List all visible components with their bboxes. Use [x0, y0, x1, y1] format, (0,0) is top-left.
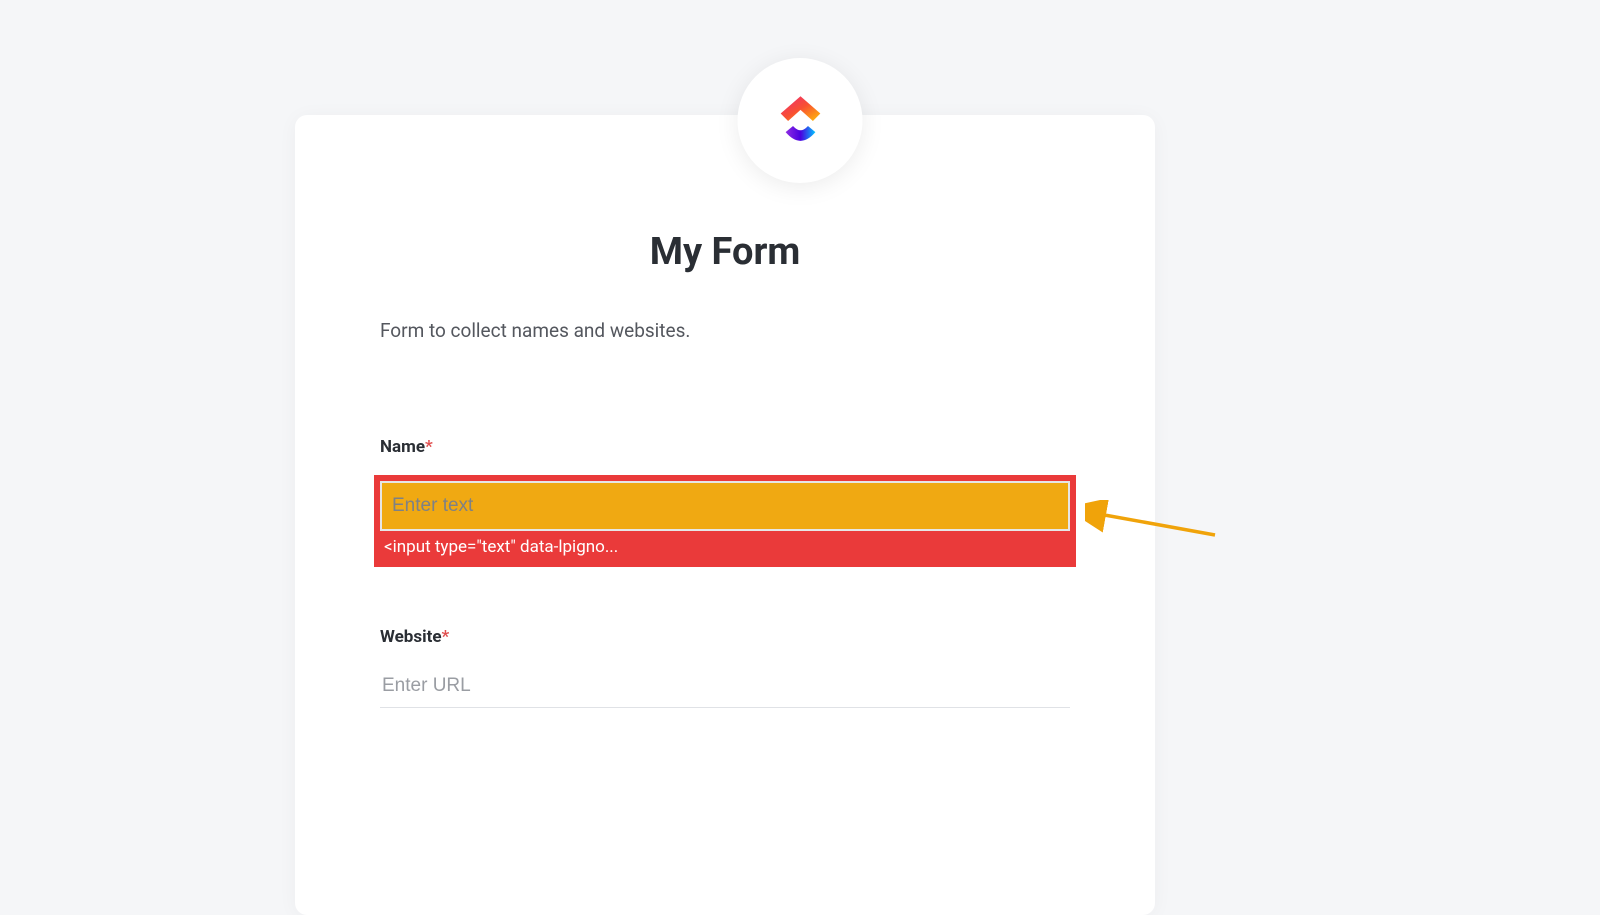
- website-label: Website*: [380, 627, 1070, 647]
- devtools-tooltip-snippet: <input type="text" data-lpigno...: [380, 531, 1070, 567]
- required-asterisk: *: [425, 437, 433, 457]
- form-card: My Form Form to collect names and websit…: [295, 115, 1155, 915]
- website-label-text: Website: [380, 627, 442, 647]
- logo-circle: [738, 58, 863, 183]
- name-input[interactable]: [382, 483, 1068, 529]
- form-field-website: Website*: [380, 627, 1070, 708]
- required-asterisk: *: [442, 627, 450, 647]
- devtools-highlight-inner: [380, 481, 1070, 531]
- form-field-name: Name* <input type="text" data-lpigno...: [380, 437, 1070, 567]
- form-description: Form to collect names and websites.: [380, 319, 1070, 342]
- form-title: My Form: [380, 230, 1070, 274]
- name-label: Name*: [380, 437, 1070, 457]
- clickup-logo-icon: [769, 90, 831, 152]
- devtools-highlight-box: <input type="text" data-lpigno...: [374, 475, 1076, 567]
- name-label-text: Name: [380, 437, 425, 457]
- website-input[interactable]: [380, 665, 1070, 708]
